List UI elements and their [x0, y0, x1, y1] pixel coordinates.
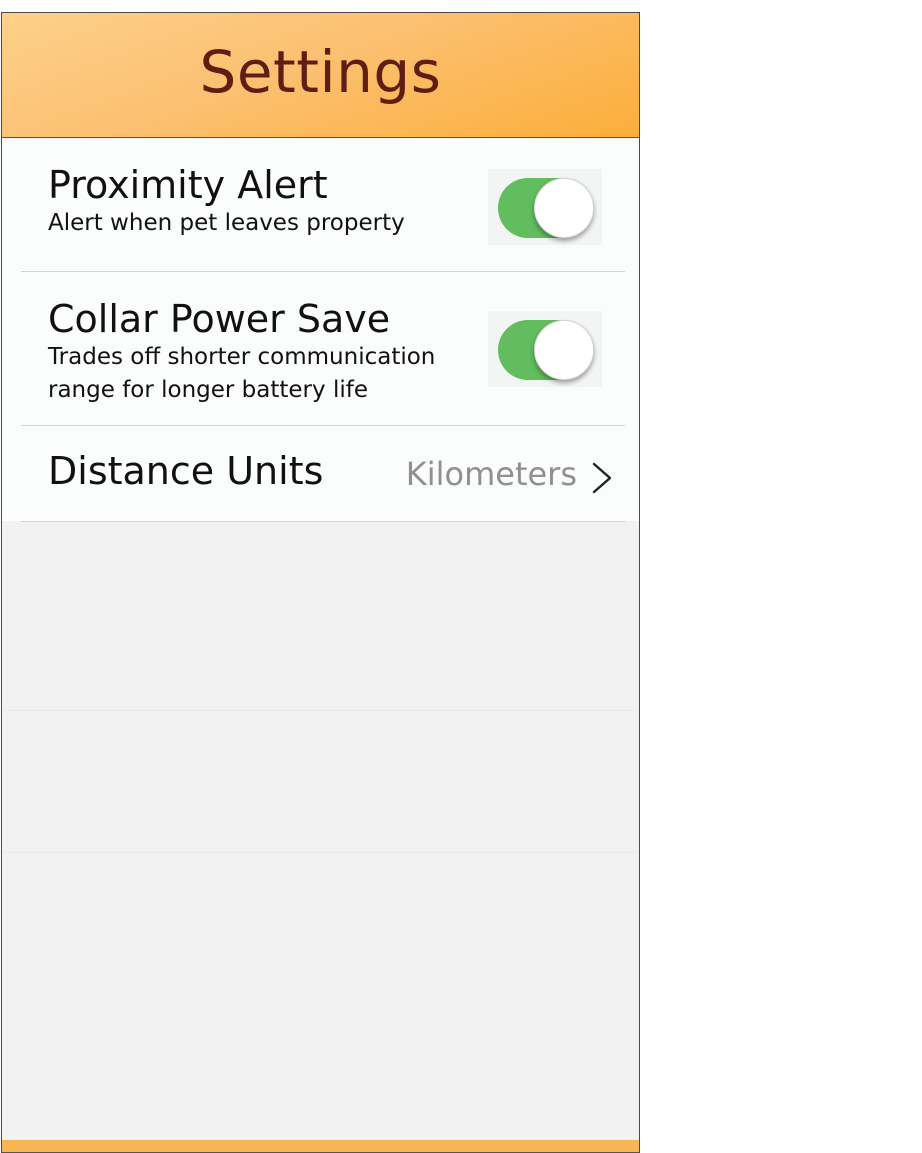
proximity-alert-toggle-container [488, 169, 602, 245]
setting-subtitle: Trades off shorter communication range f… [48, 344, 436, 403]
power-save-toggle[interactable] [498, 320, 594, 380]
setting-row-proximity-alert: Proximity Alert Alert when pet leaves pr… [2, 139, 639, 272]
bottom-accent-bar [2, 1140, 639, 1153]
chevron-right-icon [592, 462, 612, 494]
toggle-knob [534, 178, 594, 238]
setting-title: Proximity Alert [48, 163, 328, 207]
power-save-toggle-container [488, 311, 602, 387]
faint-separator [2, 710, 639, 711]
nav-header: Settings [2, 13, 639, 138]
toggle-knob [534, 320, 594, 380]
settings-screen: Settings Proximity Alert Alert when pet … [1, 12, 640, 1153]
page-title: Settings [199, 38, 442, 106]
settings-list: Proximity Alert Alert when pet leaves pr… [2, 139, 639, 522]
proximity-alert-toggle[interactable] [498, 178, 594, 238]
setting-row-distance-units[interactable]: Distance Units Kilometers [2, 425, 639, 522]
setting-row-collar-power-save: Collar Power Save Trades off shorter com… [2, 271, 639, 426]
setting-subtitle: Alert when pet leaves property [48, 210, 405, 236]
faint-separator [2, 852, 639, 853]
setting-title: Collar Power Save [48, 297, 391, 341]
distance-units-value: Kilometers [405, 455, 577, 493]
frame-gap [637, 995, 639, 1140]
empty-content-area [2, 522, 639, 1142]
setting-title: Distance Units [48, 449, 324, 493]
